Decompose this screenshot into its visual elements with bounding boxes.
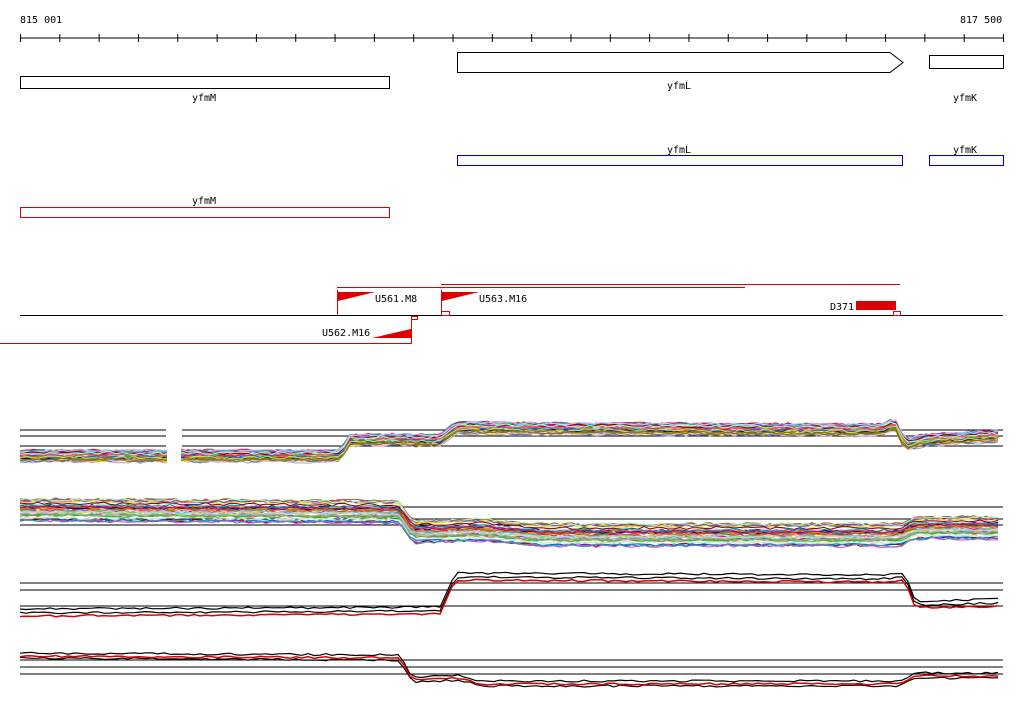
series-black bbox=[19, 656, 999, 688]
small-marker-3 bbox=[893, 311, 901, 316]
blue-label-yfmK: yfmK bbox=[953, 145, 977, 156]
flag-U562-M16[interactable] bbox=[372, 329, 411, 338]
small-marker-2 bbox=[441, 311, 450, 316]
blue-box-yfmL[interactable] bbox=[457, 155, 903, 166]
gene-box-yfmM[interactable] bbox=[20, 76, 390, 89]
expression-panel-multi-reverse bbox=[19, 497, 1003, 548]
ruler-start-label: 815 001 bbox=[20, 15, 62, 26]
small-marker-1 bbox=[411, 316, 418, 320]
flag-U561-M8[interactable] bbox=[338, 292, 375, 301]
blue-box-yfmK[interactable] bbox=[929, 155, 1004, 166]
blue-transcript-track: yfmL yfmK bbox=[457, 145, 1004, 166]
expression-panel-pair-forward bbox=[19, 571, 1003, 618]
gene-arrow-yfmL[interactable] bbox=[457, 52, 904, 73]
red-label-yfmM: yfmM bbox=[192, 196, 216, 207]
expression-panel-multi-forward bbox=[19, 418, 1003, 465]
gene-label-yfmL: yfmL bbox=[667, 81, 691, 92]
block-D371[interactable] bbox=[856, 301, 896, 310]
genome-canvas: 815 001 817 500 yfmM yfmL yfmK yfmL yfmK… bbox=[0, 15, 1004, 688]
feature-label-U563: U563.M16 bbox=[479, 294, 527, 305]
red-transcript-track: yfmM bbox=[20, 196, 390, 218]
genome-browser-view: 815 001 817 500 yfmM yfmL yfmK yfmL yfmK… bbox=[0, 0, 1024, 714]
feature-label-D371: D371 bbox=[830, 302, 854, 313]
series-red bbox=[19, 578, 999, 618]
red-box-yfmM[interactable] bbox=[20, 207, 390, 218]
feature-label-U561: U561.M8 bbox=[375, 294, 417, 305]
blue-label-yfmL: yfmL bbox=[667, 145, 691, 156]
gap-mask bbox=[167, 420, 181, 465]
feature-label-U562: U562.M16 bbox=[322, 328, 370, 339]
gene-annotation-track: yfmM yfmL yfmK bbox=[20, 52, 1004, 104]
expression-panel-pair-reverse bbox=[19, 651, 1003, 688]
gene-label-yfmK: yfmK bbox=[953, 93, 977, 104]
gene-label-yfmM: yfmM bbox=[192, 93, 216, 104]
ruler-end-label: 817 500 bbox=[960, 15, 1002, 26]
feature-track: U561.M8 U563.M16 U562.M16 D371 bbox=[0, 284, 1003, 344]
coordinate-ruler: 815 001 817 500 bbox=[20, 15, 1004, 42]
flag-U563-M16[interactable] bbox=[442, 292, 479, 301]
gene-box-yfmK[interactable] bbox=[929, 55, 1004, 69]
